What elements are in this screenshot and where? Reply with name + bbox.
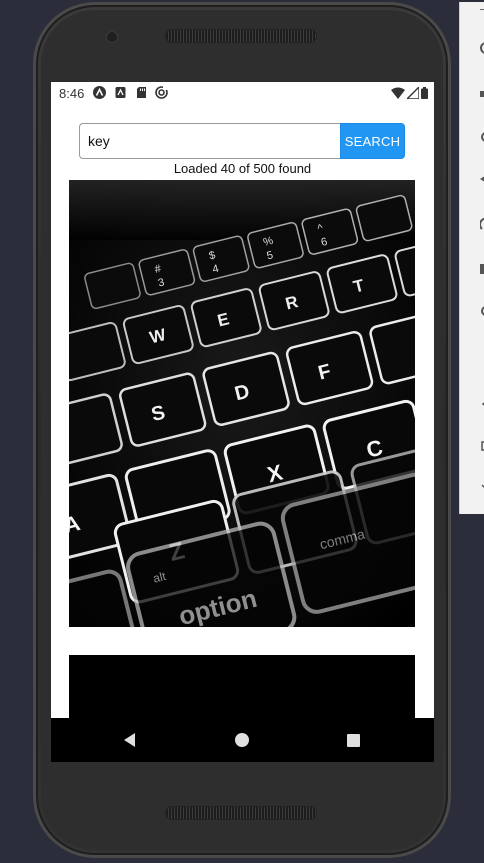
emulator-toolbar: – (459, 2, 484, 514)
result-count-label: Loaded 40 of 500 found (173, 161, 312, 176)
battery-icon (421, 87, 428, 99)
rotate-right-icon[interactable] (479, 217, 484, 231)
signal-icon (407, 87, 419, 99)
sync-icon (155, 86, 168, 99)
result-image-keyboard[interactable]: # 3 $ 4 % 5 ^ 6 W E R T S D F A X C alt … (69, 180, 415, 627)
emulator-stage: – (0, 0, 484, 863)
accessibility-icon (93, 86, 106, 99)
search-input[interactable] (79, 123, 341, 159)
status-bar: 8:46 (51, 82, 434, 104)
rotate-left-icon[interactable] (480, 172, 484, 186)
bottom-speaker-grille (166, 807, 316, 819)
status-time: 8:46 (59, 86, 85, 101)
power-icon[interactable] (480, 40, 484, 54)
search-bar: SEARCH (79, 123, 405, 159)
android-nav-bar (51, 718, 434, 762)
volume-up-icon[interactable] (480, 87, 484, 101)
status-right-icons (391, 86, 428, 100)
keyboard-photo: # 3 $ 4 % 5 ^ 6 W E R T S D F A X C alt … (69, 180, 415, 627)
more-icon[interactable] (480, 480, 484, 494)
back-icon-toolbar[interactable] (480, 397, 484, 411)
screenshot-icon[interactable] (480, 262, 484, 276)
front-camera (107, 32, 117, 42)
home-icon[interactable] (230, 728, 254, 752)
search-button[interactable]: SEARCH (340, 123, 405, 159)
wifi-icon (391, 87, 405, 99)
top-speaker-grille (166, 30, 316, 42)
recents-icon[interactable] (341, 728, 365, 752)
zoom-icon[interactable] (480, 304, 484, 318)
sd-card-icon (137, 87, 146, 98)
sim-icon (115, 87, 126, 98)
volume-down-icon[interactable] (480, 130, 484, 144)
back-icon[interactable] (118, 728, 142, 752)
home-icon-toolbar[interactable] (480, 439, 484, 453)
minimize-icon[interactable]: – (480, 2, 484, 16)
phone-screen: 8:46 key SEARCH Loaded 40 of 500 found #… (51, 82, 434, 762)
